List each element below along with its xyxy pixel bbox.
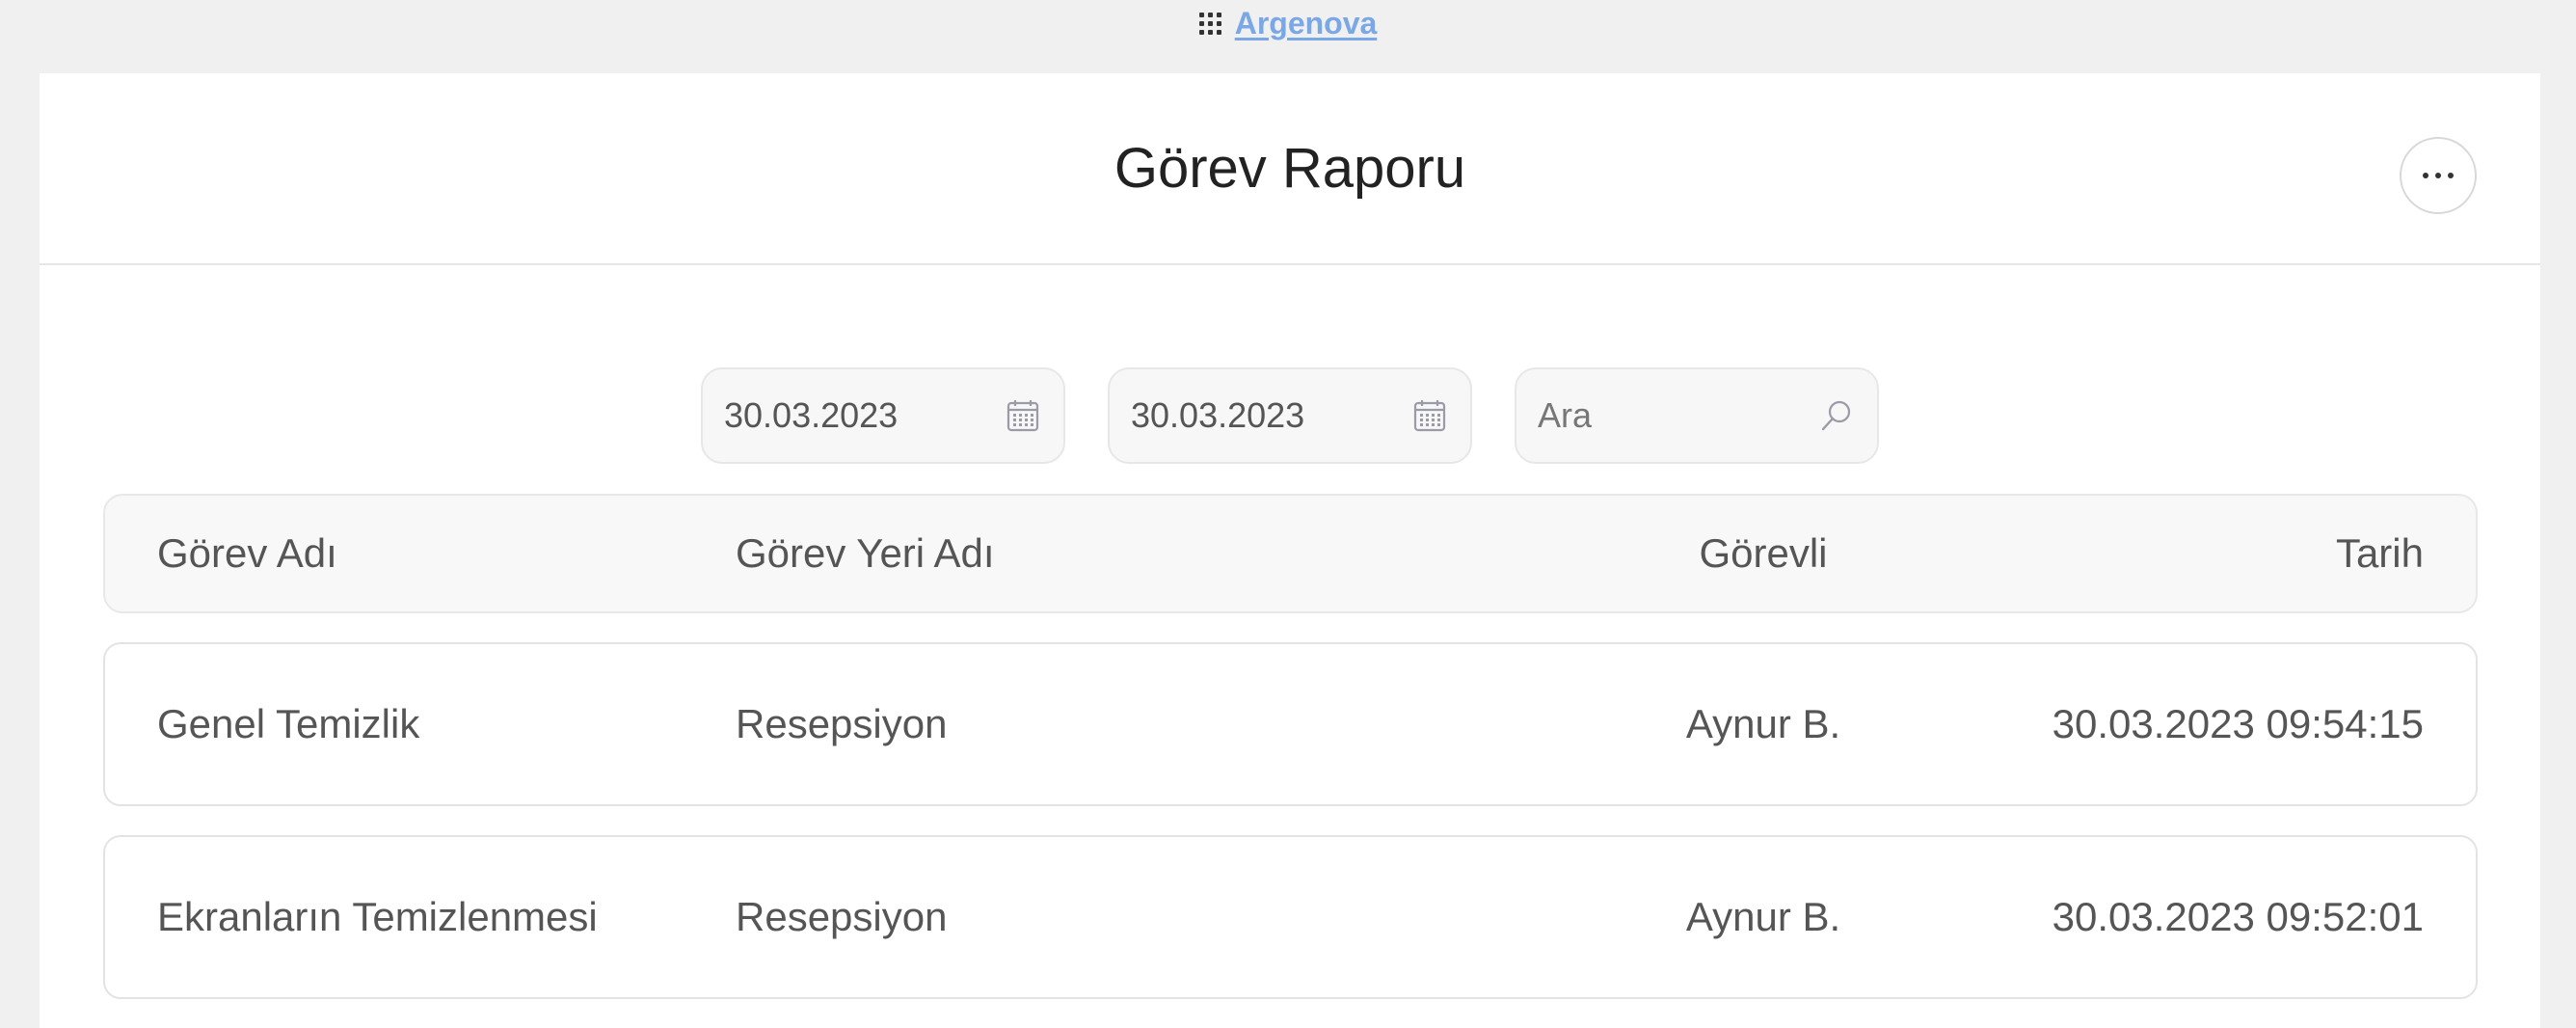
card-header: Görev Raporu — [40, 73, 2540, 265]
search-input[interactable] — [1538, 395, 1788, 436]
assignee-cell: Aynur B. — [1685, 894, 1841, 939]
task-name-cell: Ekranların Temizlenmesi — [157, 894, 598, 939]
search-icon[interactable] — [1817, 396, 1856, 435]
column-header-assignee[interactable]: Görevli — [1517, 530, 2009, 577]
location-cell: Resepsiyon — [736, 701, 948, 746]
search-field[interactable] — [1515, 367, 1879, 464]
start-date-field[interactable]: 30.03.2023 — [701, 367, 1065, 464]
brand: Argenova — [1198, 6, 1378, 41]
assignee-cell: Aynur B. — [1685, 701, 1841, 746]
date-cell: 30.03.2023 09:54:15 — [2052, 701, 2424, 746]
filter-bar: 30.03.2023 30.03.2023 — [701, 367, 1879, 464]
end-date-field[interactable]: 30.03.2023 — [1108, 367, 1472, 464]
calendar-icon[interactable] — [1004, 396, 1042, 435]
ellipsis-icon — [2423, 173, 2428, 178]
grid-icon[interactable] — [1198, 13, 1221, 35]
task-table: Görev Adı Görev Yeri Adı Görevli Tarih G… — [103, 494, 2478, 999]
table-row[interactable]: Genel Temizlik Resepsiyon Aynur B. 30.03… — [103, 642, 2478, 806]
column-header-task-name[interactable]: Görev Adı — [157, 530, 736, 577]
top-bar: Argenova — [0, 0, 2576, 73]
table-header: Görev Adı Görev Yeri Adı Görevli Tarih — [103, 494, 2478, 613]
column-header-date[interactable]: Tarih — [2009, 530, 2424, 577]
calendar-icon[interactable] — [1410, 396, 1449, 435]
date-cell: 30.03.2023 09:52:01 — [2052, 894, 2424, 939]
start-date-value: 30.03.2023 — [724, 395, 899, 435]
end-date-value: 30.03.2023 — [1131, 395, 1305, 435]
table-row[interactable]: Ekranların Temizlenmesi Resepsiyon Aynur… — [103, 835, 2478, 999]
column-header-location[interactable]: Görev Yeri Adı — [736, 530, 1517, 577]
task-name-cell: Genel Temizlik — [157, 701, 420, 746]
more-options-button[interactable] — [2400, 137, 2477, 214]
location-cell: Resepsiyon — [736, 894, 948, 939]
report-card: Görev Raporu 30.03.2023 30.03.2023 Ara G… — [40, 73, 2540, 1028]
brand-link[interactable]: Argenova — [1235, 6, 1378, 41]
page-title: Görev Raporu — [1114, 137, 1466, 200]
